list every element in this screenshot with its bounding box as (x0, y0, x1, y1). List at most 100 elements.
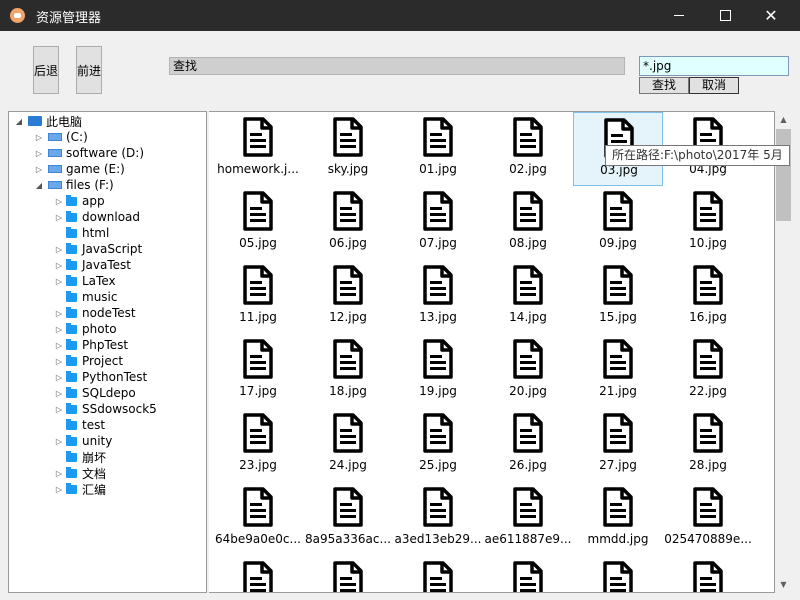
tree-item[interactable]: ▷ 汇编 (54, 481, 106, 497)
expand-arrow-icon[interactable]: ▷ (34, 165, 44, 174)
close-button[interactable]: ✕ (748, 0, 794, 31)
tree-item[interactable]: ▷ nodeTest (54, 305, 136, 321)
tree-item[interactable]: ▷ app (54, 193, 105, 209)
tree-item[interactable]: ▷ game (E:) (34, 161, 125, 177)
file-item[interactable]: 08.jpg (483, 186, 573, 260)
expand-arrow-icon[interactable]: ▷ (54, 389, 64, 398)
expand-arrow-icon[interactable]: ▷ (54, 277, 64, 286)
file-item[interactable]: 18.jpg (303, 334, 393, 408)
back-button[interactable]: 后退 (33, 46, 59, 94)
file-item[interactable] (483, 556, 573, 592)
scroll-up-arrow-icon[interactable]: ▲ (775, 111, 792, 128)
file-item[interactable]: 22.jpg (663, 334, 753, 408)
file-item[interactable]: 21.jpg (573, 334, 663, 408)
file-item[interactable]: 17.jpg (213, 334, 303, 408)
collapse-arrow-icon[interactable]: ◢ (34, 181, 44, 190)
expand-arrow-icon[interactable]: ▷ (54, 357, 64, 366)
scroll-down-arrow-icon[interactable]: ▼ (775, 576, 792, 593)
file-item[interactable] (663, 556, 753, 592)
tree-item[interactable]: 崩坏 (54, 449, 106, 465)
file-item[interactable]: homework.j... (213, 112, 303, 186)
file-item[interactable]: 15.jpg (573, 260, 663, 334)
search-input[interactable]: *.jpg (639, 56, 789, 76)
tree-item[interactable]: ▷ LaTex (54, 273, 116, 289)
title-bar[interactable]: 资源管理器 ✕ (0, 0, 800, 31)
file-item[interactable]: 64be9a0e0c... (213, 482, 303, 556)
file-item[interactable]: a3ed13eb29... (393, 482, 483, 556)
forward-button[interactable]: 前进 (76, 46, 102, 94)
file-item[interactable] (213, 556, 303, 592)
expand-arrow-icon[interactable]: ▷ (54, 469, 64, 478)
file-item[interactable]: 19.jpg (393, 334, 483, 408)
file-list-scrollbar[interactable]: ▲ ▼ (775, 111, 792, 593)
file-item[interactable]: 20.jpg (483, 334, 573, 408)
file-item[interactable]: 24.jpg (303, 408, 393, 482)
file-item[interactable] (303, 556, 393, 592)
file-item[interactable]: 11.jpg (213, 260, 303, 334)
file-list[interactable]: homework.j... sky.jpg 01.jpg 02.jpg 03.jpg 04… (209, 111, 775, 593)
file-item[interactable]: 25.jpg (393, 408, 483, 482)
file-item[interactable]: 27.jpg (573, 408, 663, 482)
file-item[interactable]: 05.jpg (213, 186, 303, 260)
file-item[interactable] (393, 556, 483, 592)
maximize-button[interactable] (702, 0, 748, 31)
expand-arrow-icon[interactable]: ▷ (54, 325, 64, 334)
file-item[interactable]: 13.jpg (393, 260, 483, 334)
file-item[interactable] (573, 556, 663, 592)
expand-arrow-icon[interactable]: ▷ (54, 197, 64, 206)
file-item[interactable]: 07.jpg (393, 186, 483, 260)
tree-item[interactable]: ▷ PythonTest (54, 369, 147, 385)
file-item[interactable]: 12.jpg (303, 260, 393, 334)
file-item[interactable]: 8a95a336ac... (303, 482, 393, 556)
file-item[interactable]: 23.jpg (213, 408, 303, 482)
collapse-arrow-icon[interactable]: ◢ (14, 117, 24, 126)
tree-item[interactable]: ▷ JavaTest (54, 257, 131, 273)
tree-item[interactable]: ▷ photo (54, 321, 117, 337)
tree-item[interactable]: ▷ unity (54, 433, 112, 449)
find-button[interactable]: 查找 (639, 77, 689, 94)
expand-arrow-icon[interactable]: ▷ (54, 485, 64, 494)
file-item[interactable]: 09.jpg (573, 186, 663, 260)
expand-arrow-icon[interactable]: ▷ (54, 373, 64, 382)
folder-tree[interactable]: ◢ 此电脑 ▷ (C:) ▷ software (D:) ▷ game (E:) ◢ files… (8, 111, 207, 593)
tree-item[interactable]: ◢ 此电脑 (14, 113, 82, 129)
tree-item[interactable]: ▷ SQLdepo (54, 385, 136, 401)
tree-item[interactable]: test (54, 417, 105, 433)
file-item[interactable]: ae611887e9... (483, 482, 573, 556)
file-item[interactable]: 16.jpg (663, 260, 753, 334)
file-item[interactable]: sky.jpg (303, 112, 393, 186)
file-item[interactable]: 02.jpg (483, 112, 573, 186)
expand-arrow-icon[interactable]: ▷ (34, 149, 44, 158)
tree-item[interactable]: ▷ download (54, 209, 140, 225)
expand-arrow-icon[interactable]: ▷ (54, 261, 64, 270)
tree-item[interactable]: ▷ (C:) (34, 129, 88, 145)
file-item[interactable]: 06.jpg (303, 186, 393, 260)
path-field[interactable]: 查找 (169, 57, 625, 75)
file-item[interactable]: 28.jpg (663, 408, 753, 482)
tree-item[interactable]: ▷ Project (54, 353, 123, 369)
tree-item[interactable]: ◢ files (F:) (34, 177, 114, 193)
tree-item[interactable]: ▷ JavaScript (54, 241, 142, 257)
tree-item[interactable]: ▷ 文档 (54, 465, 106, 481)
cancel-button[interactable]: 取消 (689, 77, 739, 94)
tree-item[interactable]: ▷ SSdowsock5 (54, 401, 157, 417)
expand-arrow-icon[interactable]: ▷ (54, 309, 64, 318)
file-item[interactable]: mmdd.jpg (573, 482, 663, 556)
file-item[interactable]: 26.jpg (483, 408, 573, 482)
file-item[interactable]: 025470889e... (663, 482, 753, 556)
minimize-button[interactable] (656, 0, 702, 31)
expand-arrow-icon[interactable]: ▷ (54, 213, 64, 222)
file-item[interactable]: 14.jpg (483, 260, 573, 334)
scrollbar-thumb[interactable] (776, 129, 791, 221)
tree-item[interactable]: ▷ software (D:) (34, 145, 144, 161)
expand-arrow-icon[interactable]: ▷ (54, 437, 64, 446)
expand-arrow-icon[interactable]: ▷ (54, 405, 64, 414)
expand-arrow-icon[interactable]: ▷ (54, 341, 64, 350)
tree-item[interactable]: html (54, 225, 109, 241)
file-item[interactable]: 10.jpg (663, 186, 753, 260)
tree-item[interactable]: music (54, 289, 117, 305)
expand-arrow-icon[interactable]: ▷ (54, 245, 64, 254)
tree-item[interactable]: ▷ PhpTest (54, 337, 128, 353)
file-item[interactable]: 01.jpg (393, 112, 483, 186)
expand-arrow-icon[interactable]: ▷ (34, 133, 44, 142)
